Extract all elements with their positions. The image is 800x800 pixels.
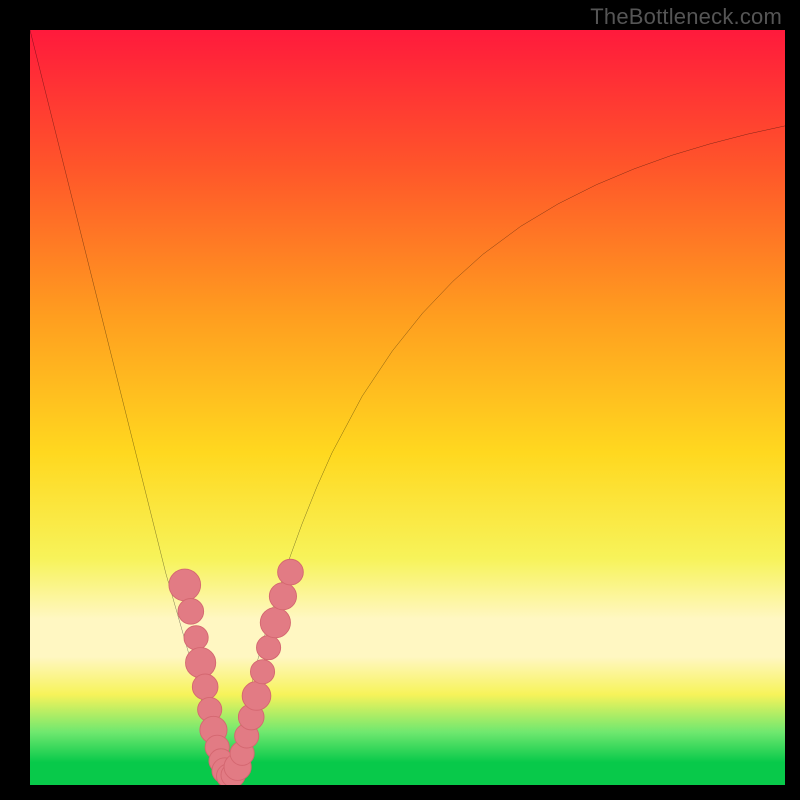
marker-point (242, 682, 271, 711)
marker-point (260, 608, 290, 638)
marker-point (186, 648, 216, 678)
chart-frame: TheBottleneck.com (0, 0, 800, 800)
marker-point (269, 583, 296, 610)
marker-point (169, 569, 201, 601)
watermark-text: TheBottleneck.com (590, 4, 782, 30)
marker-point (192, 674, 218, 700)
curve-right-branch (226, 126, 785, 778)
marker-point (184, 626, 208, 650)
marker-point (278, 559, 304, 585)
plot-area (30, 30, 785, 785)
marker-point (257, 636, 281, 660)
marker-point (250, 660, 274, 684)
curve-layer (30, 30, 785, 785)
marker-point (178, 599, 204, 625)
